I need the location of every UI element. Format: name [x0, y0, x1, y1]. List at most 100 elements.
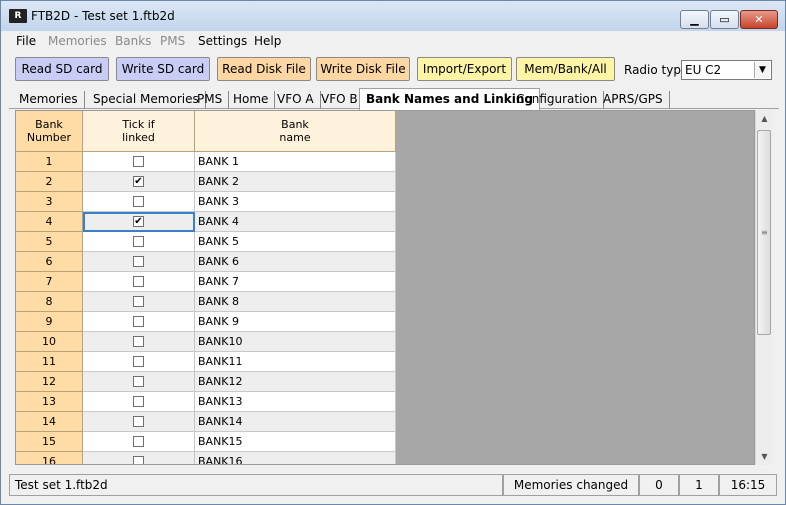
- bank-number-cell[interactable]: 16: [16, 452, 83, 464]
- bank-name-cell[interactable]: BANK 1: [195, 152, 396, 172]
- linked-checkbox[interactable]: [133, 236, 144, 247]
- bank-number-cell[interactable]: 15: [16, 432, 83, 452]
- bank-number-cell[interactable]: 6: [16, 252, 83, 272]
- menu-pms[interactable]: PMS: [160, 34, 185, 48]
- bank-name-cell[interactable]: BANK14: [195, 412, 396, 432]
- linked-cell[interactable]: [83, 272, 195, 292]
- bank-number-cell[interactable]: 4: [16, 212, 83, 232]
- vertical-scrollbar[interactable]: ▲ ≡ ▼: [755, 110, 772, 465]
- table-row[interactable]: 6 BANK 6: [16, 252, 396, 272]
- linked-checkbox[interactable]: ✔: [133, 216, 144, 227]
- linked-checkbox[interactable]: [133, 296, 144, 307]
- linked-cell[interactable]: [83, 392, 195, 412]
- linked-cell[interactable]: ✔: [83, 212, 195, 232]
- table-row[interactable]: 15 BANK15: [16, 432, 396, 452]
- app-icon[interactable]: R: [9, 9, 27, 23]
- menu-memories[interactable]: Memories: [48, 34, 107, 48]
- linked-cell[interactable]: ✔: [83, 172, 195, 192]
- bank-number-cell[interactable]: 10: [16, 332, 83, 352]
- maximize-button[interactable]: ▭: [710, 10, 739, 29]
- bank-name-cell[interactable]: BANK13: [195, 392, 396, 412]
- tab-memories[interactable]: Memories: [13, 91, 85, 109]
- bank-number-cell[interactable]: 9: [16, 312, 83, 332]
- bank-number-cell[interactable]: 2: [16, 172, 83, 192]
- table-row[interactable]: 12 BANK12: [16, 372, 396, 392]
- menu-file[interactable]: File: [16, 34, 36, 48]
- linked-checkbox[interactable]: [133, 316, 144, 327]
- header-bank-name[interactable]: Bank name: [195, 111, 396, 152]
- bank-name-cell[interactable]: BANK16: [195, 452, 396, 464]
- linked-cell[interactable]: [83, 432, 195, 452]
- read-sd-card-button[interactable]: Read SD card: [15, 57, 109, 81]
- bank-number-cell[interactable]: 12: [16, 372, 83, 392]
- linked-cell[interactable]: [83, 252, 195, 272]
- linked-cell[interactable]: [83, 372, 195, 392]
- table-row[interactable]: 10 BANK10: [16, 332, 396, 352]
- linked-checkbox[interactable]: [133, 376, 144, 387]
- bank-name-cell[interactable]: BANK15: [195, 432, 396, 452]
- linked-cell[interactable]: [83, 332, 195, 352]
- linked-cell[interactable]: [83, 412, 195, 432]
- tab-pms[interactable]: PMS: [191, 91, 230, 109]
- minimize-button[interactable]: ▁: [680, 10, 709, 29]
- linked-checkbox[interactable]: [133, 436, 144, 447]
- bank-name-cell[interactable]: BANK 9: [195, 312, 396, 332]
- table-row[interactable]: 1 BANK 1: [16, 152, 396, 172]
- table-row[interactable]: 7 BANK 7: [16, 272, 396, 292]
- linked-checkbox[interactable]: [133, 276, 144, 287]
- bank-number-cell[interactable]: 1: [16, 152, 83, 172]
- dropdown-arrow-icon[interactable]: ▼: [754, 62, 770, 78]
- bank-name-cell[interactable]: BANK 5: [195, 232, 396, 252]
- mem-bank-all-button[interactable]: Mem/Bank/All: [516, 57, 615, 81]
- close-button[interactable]: ✕: [740, 10, 778, 29]
- table-row[interactable]: 16 BANK16: [16, 452, 396, 464]
- tab-aprs-gps[interactable]: APRS/GPS: [597, 91, 670, 109]
- table-row[interactable]: 14 BANK14: [16, 412, 396, 432]
- scroll-thumb[interactable]: ≡: [757, 130, 771, 335]
- linked-checkbox[interactable]: [133, 336, 144, 347]
- linked-checkbox[interactable]: [133, 256, 144, 267]
- linked-cell[interactable]: [83, 232, 195, 252]
- menu-settings[interactable]: Settings: [198, 34, 247, 48]
- table-row[interactable]: 9 BANK 9: [16, 312, 396, 332]
- table-row[interactable]: 2 ✔ BANK 2: [16, 172, 396, 192]
- bank-number-cell[interactable]: 3: [16, 192, 83, 212]
- linked-cell[interactable]: [83, 152, 195, 172]
- bank-number-cell[interactable]: 5: [16, 232, 83, 252]
- write-sd-card-button[interactable]: Write SD card: [116, 57, 210, 81]
- table-row[interactable]: 13 BANK13: [16, 392, 396, 412]
- table-row[interactable]: 11 BANK11: [16, 352, 396, 372]
- table-row[interactable]: 4 ✔ BANK 4: [16, 212, 396, 232]
- write-disk-file-button[interactable]: Write Disk File: [316, 57, 410, 81]
- bank-name-cell[interactable]: BANK11: [195, 352, 396, 372]
- title-bar[interactable]: R FTB2D - Test set 1.ftb2d ▁ ▭ ✕: [1, 1, 785, 31]
- header-bank-number[interactable]: Bank Number: [16, 111, 83, 152]
- table-row[interactable]: 8 BANK 8: [16, 292, 396, 312]
- linked-cell[interactable]: [83, 292, 195, 312]
- table-row[interactable]: 5 BANK 5: [16, 232, 396, 252]
- tab-configuration[interactable]: Configuration: [510, 91, 605, 109]
- table-row[interactable]: 3 BANK 3: [16, 192, 396, 212]
- bank-number-cell[interactable]: 11: [16, 352, 83, 372]
- menu-banks[interactable]: Banks: [115, 34, 151, 48]
- menu-help[interactable]: Help: [254, 34, 281, 48]
- bank-name-cell[interactable]: BANK 2: [195, 172, 396, 192]
- read-disk-file-button[interactable]: Read Disk File: [217, 57, 311, 81]
- linked-checkbox[interactable]: [133, 156, 144, 167]
- linked-checkbox[interactable]: ✔: [133, 176, 144, 187]
- linked-checkbox[interactable]: [133, 196, 144, 207]
- tab-special-memories[interactable]: Special Memories: [87, 91, 206, 109]
- bank-name-cell[interactable]: BANK 3: [195, 192, 396, 212]
- linked-cell[interactable]: [83, 192, 195, 212]
- bank-name-cell[interactable]: BANK 6: [195, 252, 396, 272]
- bank-name-cell[interactable]: BANK 8: [195, 292, 396, 312]
- bank-number-cell[interactable]: 7: [16, 272, 83, 292]
- linked-checkbox[interactable]: [133, 396, 144, 407]
- scroll-down-icon[interactable]: ▼: [756, 448, 773, 465]
- linked-cell[interactable]: [83, 452, 195, 464]
- linked-cell[interactable]: [83, 312, 195, 332]
- bank-name-cell[interactable]: BANK12: [195, 372, 396, 392]
- linked-checkbox[interactable]: [133, 356, 144, 367]
- bank-name-cell[interactable]: BANK 4: [195, 212, 396, 232]
- radio-type-select[interactable]: EU C2 ▼: [681, 60, 772, 80]
